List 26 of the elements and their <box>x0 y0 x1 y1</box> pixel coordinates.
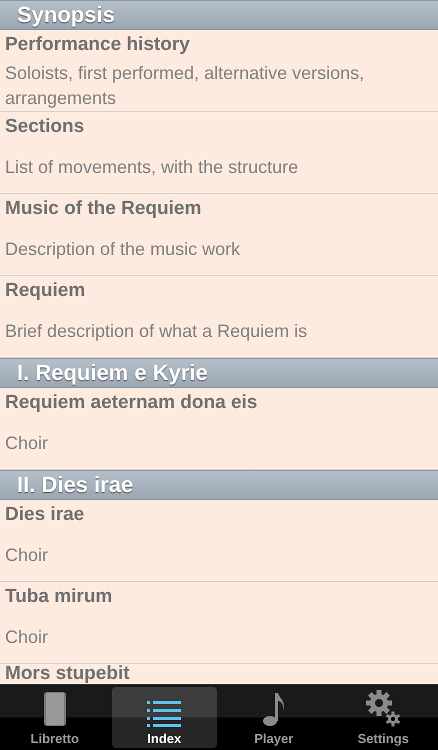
tab[interactable]: Libretto <box>2 687 108 748</box>
row-title[interactable]: Performance history <box>5 30 433 60</box>
row-title[interactable]: Tuba mirum <box>5 582 433 612</box>
row-subtitle: Choir <box>5 626 48 649</box>
row-subtitle: Choir <box>5 544 48 567</box>
section-header: II. Dies irae <box>0 470 438 500</box>
row-subtitle: Brief description of what a Requiem is <box>5 320 308 343</box>
row-title[interactable]: Requiem aeternam dona eis <box>5 388 433 418</box>
tab[interactable]: Index <box>112 687 217 748</box>
row-subtitle: Description of the music work <box>5 238 240 261</box>
music-note-icon <box>262 691 286 727</box>
section-header: I. Requiem e Kyrie <box>0 358 438 388</box>
tab[interactable]: Settings <box>330 687 436 748</box>
row-title[interactable]: Dies irae <box>5 500 433 530</box>
row-title[interactable]: Mors stupebit <box>5 664 433 683</box>
row-subtitle: Soloists, first performed, alternative versions, arrangements <box>5 62 366 110</box>
row-title[interactable]: Sections <box>5 112 433 142</box>
row-subtitle: List of movements, with the structure <box>5 156 298 179</box>
gear-icon <box>365 689 402 727</box>
row-title[interactable]: Requiem <box>5 276 433 306</box>
book-icon <box>42 691 68 727</box>
row-subtitle: Choir <box>5 432 48 455</box>
list-icon <box>147 699 182 727</box>
tab[interactable]: Player <box>221 687 326 748</box>
section-header: Synopsis <box>0 0 438 30</box>
row-title[interactable]: Music of the Requiem <box>5 194 433 224</box>
